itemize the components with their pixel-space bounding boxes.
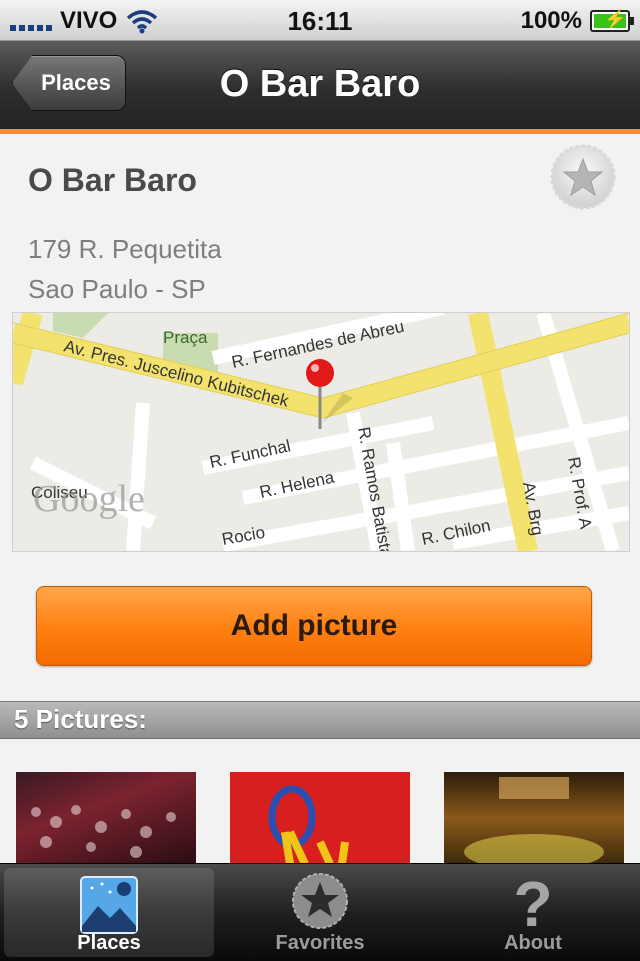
svg-text:?: ? bbox=[513, 872, 552, 934]
tab-about[interactable]: ? About bbox=[428, 864, 638, 961]
map-view[interactable]: Praça R. Fernandes de Abreu Av. Pres. Ju… bbox=[12, 312, 630, 552]
tab-places[interactable]: Places bbox=[4, 868, 214, 957]
navigation-bar: Places O Bar Baro bbox=[0, 41, 640, 134]
status-bar: VIVO 16:11 100% ⚡ bbox=[0, 0, 640, 41]
battery-status: 100% ⚡ bbox=[520, 7, 634, 35]
map-watermark: Google bbox=[33, 478, 145, 520]
venue-interior-image bbox=[464, 777, 604, 864]
tab-favorites[interactable]: Favorites bbox=[215, 864, 425, 961]
tab-label: Favorites bbox=[275, 932, 365, 954]
picture-thumbnail[interactable] bbox=[230, 772, 410, 864]
place-name: O Bar Baro bbox=[28, 162, 197, 198]
tab-label: About bbox=[504, 932, 562, 954]
crowd-image bbox=[31, 805, 176, 858]
picture-thumbnail[interactable] bbox=[16, 772, 196, 864]
nav-title: O Bar Baro bbox=[219, 63, 421, 105]
battery-icon: ⚡ bbox=[590, 9, 634, 32]
picture-thumbnail[interactable] bbox=[444, 772, 624, 864]
address-line2: Sao Paulo - SP bbox=[28, 274, 206, 304]
pictures-header-label: 5 Pictures: bbox=[14, 704, 147, 734]
map-label: Praça bbox=[163, 328, 208, 347]
address-line1: 179 R. Pequetita bbox=[28, 234, 222, 264]
question-icon: ? bbox=[513, 872, 552, 934]
tab-bar: Places Favorites ? About bbox=[0, 863, 640, 961]
tab-label: Places bbox=[77, 932, 141, 954]
add-picture-button[interactable]: Add picture bbox=[36, 586, 592, 666]
battery-percent: 100% bbox=[520, 7, 582, 34]
bar-logo-image bbox=[268, 785, 349, 864]
places-icon bbox=[80, 876, 138, 934]
star-icon bbox=[292, 873, 348, 929]
pictures-section-header: 5 Pictures: bbox=[0, 701, 640, 739]
favorite-star-icon[interactable] bbox=[548, 142, 618, 212]
